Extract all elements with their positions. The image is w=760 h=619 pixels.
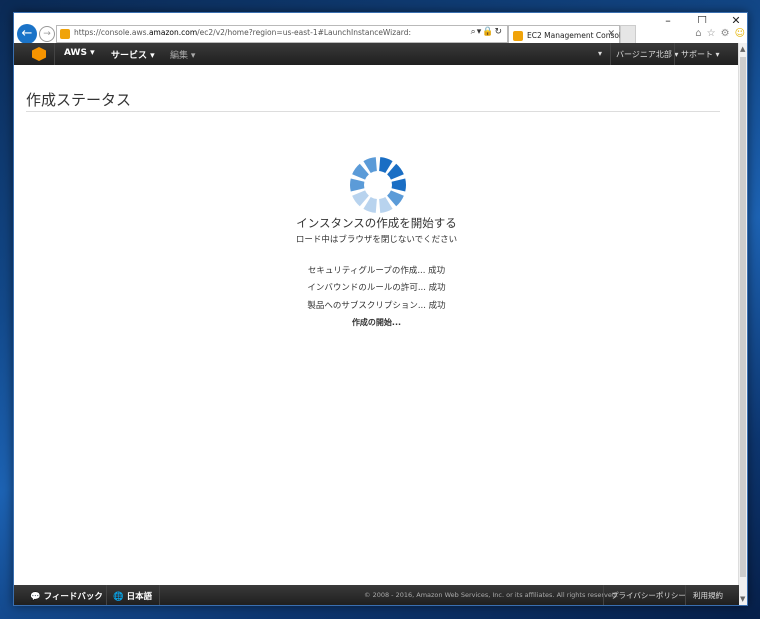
back-button[interactable]: ← xyxy=(17,24,37,44)
step-current: 作成の開始... xyxy=(351,318,402,327)
aws-menu[interactable]: AWS ▾ xyxy=(64,48,95,58)
edit-menu[interactable]: 編集 ▾ xyxy=(170,48,195,61)
browser-toolbar-icons: ⌂ ☆ ⚙ ☺ xyxy=(695,28,745,39)
tab-close-icon[interactable]: ✕ xyxy=(607,29,615,39)
aws-logo-icon[interactable] xyxy=(32,47,46,61)
smiley-icon[interactable]: ☺ xyxy=(735,28,745,39)
step-security-group: セキュリティグループの作成... 成功 xyxy=(307,266,446,276)
arrow-left-icon: ← xyxy=(21,26,33,41)
footer-divider xyxy=(159,585,160,605)
footer-divider xyxy=(685,585,686,605)
url-text: https://console.aws.amazon.com/ec2/v2/ho… xyxy=(74,28,412,37)
globe-icon: 🌐 xyxy=(113,592,124,602)
aws-navbar: AWS ▾ サービス ▾ 編集 ▾ ▾ バージニア北部 ▾ サポート ▾ xyxy=(14,43,739,65)
new-tab-button[interactable] xyxy=(620,25,636,45)
scroll-up-icon[interactable]: ▲ xyxy=(740,45,745,53)
page-content: 作成ステータス インスタンスの作成を開始する ロード中はブラウザを閉じないでくだ… xyxy=(14,65,739,585)
spinner-segment xyxy=(387,163,404,180)
tab-favicon-icon xyxy=(513,31,523,41)
footer-divider xyxy=(603,585,604,605)
site-favicon-icon xyxy=(60,29,70,39)
url-input[interactable]: https://console.aws.amazon.com/ec2/v2/ho… xyxy=(56,25,508,43)
lock-icon[interactable]: 🔒 xyxy=(482,27,494,37)
privacy-policy-link[interactable]: プライバシーポリシー xyxy=(611,590,686,601)
scroll-down-icon[interactable]: ▼ xyxy=(740,595,745,603)
spinner-segment xyxy=(387,190,404,207)
spinner-segment xyxy=(391,178,406,192)
loading-spinner-icon xyxy=(350,157,406,213)
terms-link[interactable]: 利用規約 xyxy=(693,590,723,601)
feedback-link[interactable]: 💬 フィードバック xyxy=(30,590,103,602)
support-menu[interactable]: サポート ▾ xyxy=(681,49,720,60)
refresh-icon[interactable]: ↻ xyxy=(494,27,503,37)
scroll-thumb[interactable] xyxy=(740,57,746,577)
region-menu[interactable]: バージニア北部 ▾ xyxy=(616,49,678,60)
gear-icon[interactable]: ⚙ xyxy=(721,28,730,39)
browser-window: – ☐ ✕ ← → https://console.aws.amazon.com… xyxy=(13,12,748,606)
title-bar: – ☐ ✕ xyxy=(14,13,747,27)
speech-bubble-icon: 💬 xyxy=(30,592,41,602)
status-subtext: ロード中はブラウザを閉じないでください xyxy=(295,235,458,245)
star-icon[interactable]: ☆ xyxy=(707,28,716,39)
services-menu[interactable]: サービス ▾ xyxy=(111,48,155,61)
arrow-right-icon: → xyxy=(43,29,51,39)
copyright-text: © 2008 - 2016, Amazon Web Services, Inc.… xyxy=(364,591,619,599)
step-inbound-rules: インバウンドのルールの許可... 成功 xyxy=(307,283,446,293)
browser-tab[interactable]: EC2 Management Console ✕ xyxy=(508,25,626,45)
page-scrollbar[interactable]: ▲ ▼ xyxy=(738,43,747,605)
aws-footer: 💬 フィードバック 🌐 日本語 © 2008 - 2016, Amazon We… xyxy=(14,585,739,605)
forward-button[interactable]: → xyxy=(39,26,55,42)
spinner-segment xyxy=(352,190,369,207)
status-heading: インスタンスの作成を開始する xyxy=(296,216,457,230)
nav-divider xyxy=(674,43,675,65)
notifications-menu[interactable]: ▾ xyxy=(598,49,602,58)
spinner-segment xyxy=(350,178,365,192)
nav-divider xyxy=(54,43,55,65)
url-action-icons: ⌕▾🔒↻ xyxy=(471,27,503,37)
footer-divider xyxy=(106,585,107,605)
language-selector[interactable]: 🌐 日本語 xyxy=(113,590,152,602)
title-divider xyxy=(26,111,720,112)
spinner-segment xyxy=(352,163,369,180)
nav-divider xyxy=(610,43,611,65)
page-title: 作成ステータス xyxy=(26,91,132,109)
step-subscription: 製品へのサブスクリプション... 成功 xyxy=(307,301,446,311)
home-icon[interactable]: ⌂ xyxy=(695,28,701,39)
